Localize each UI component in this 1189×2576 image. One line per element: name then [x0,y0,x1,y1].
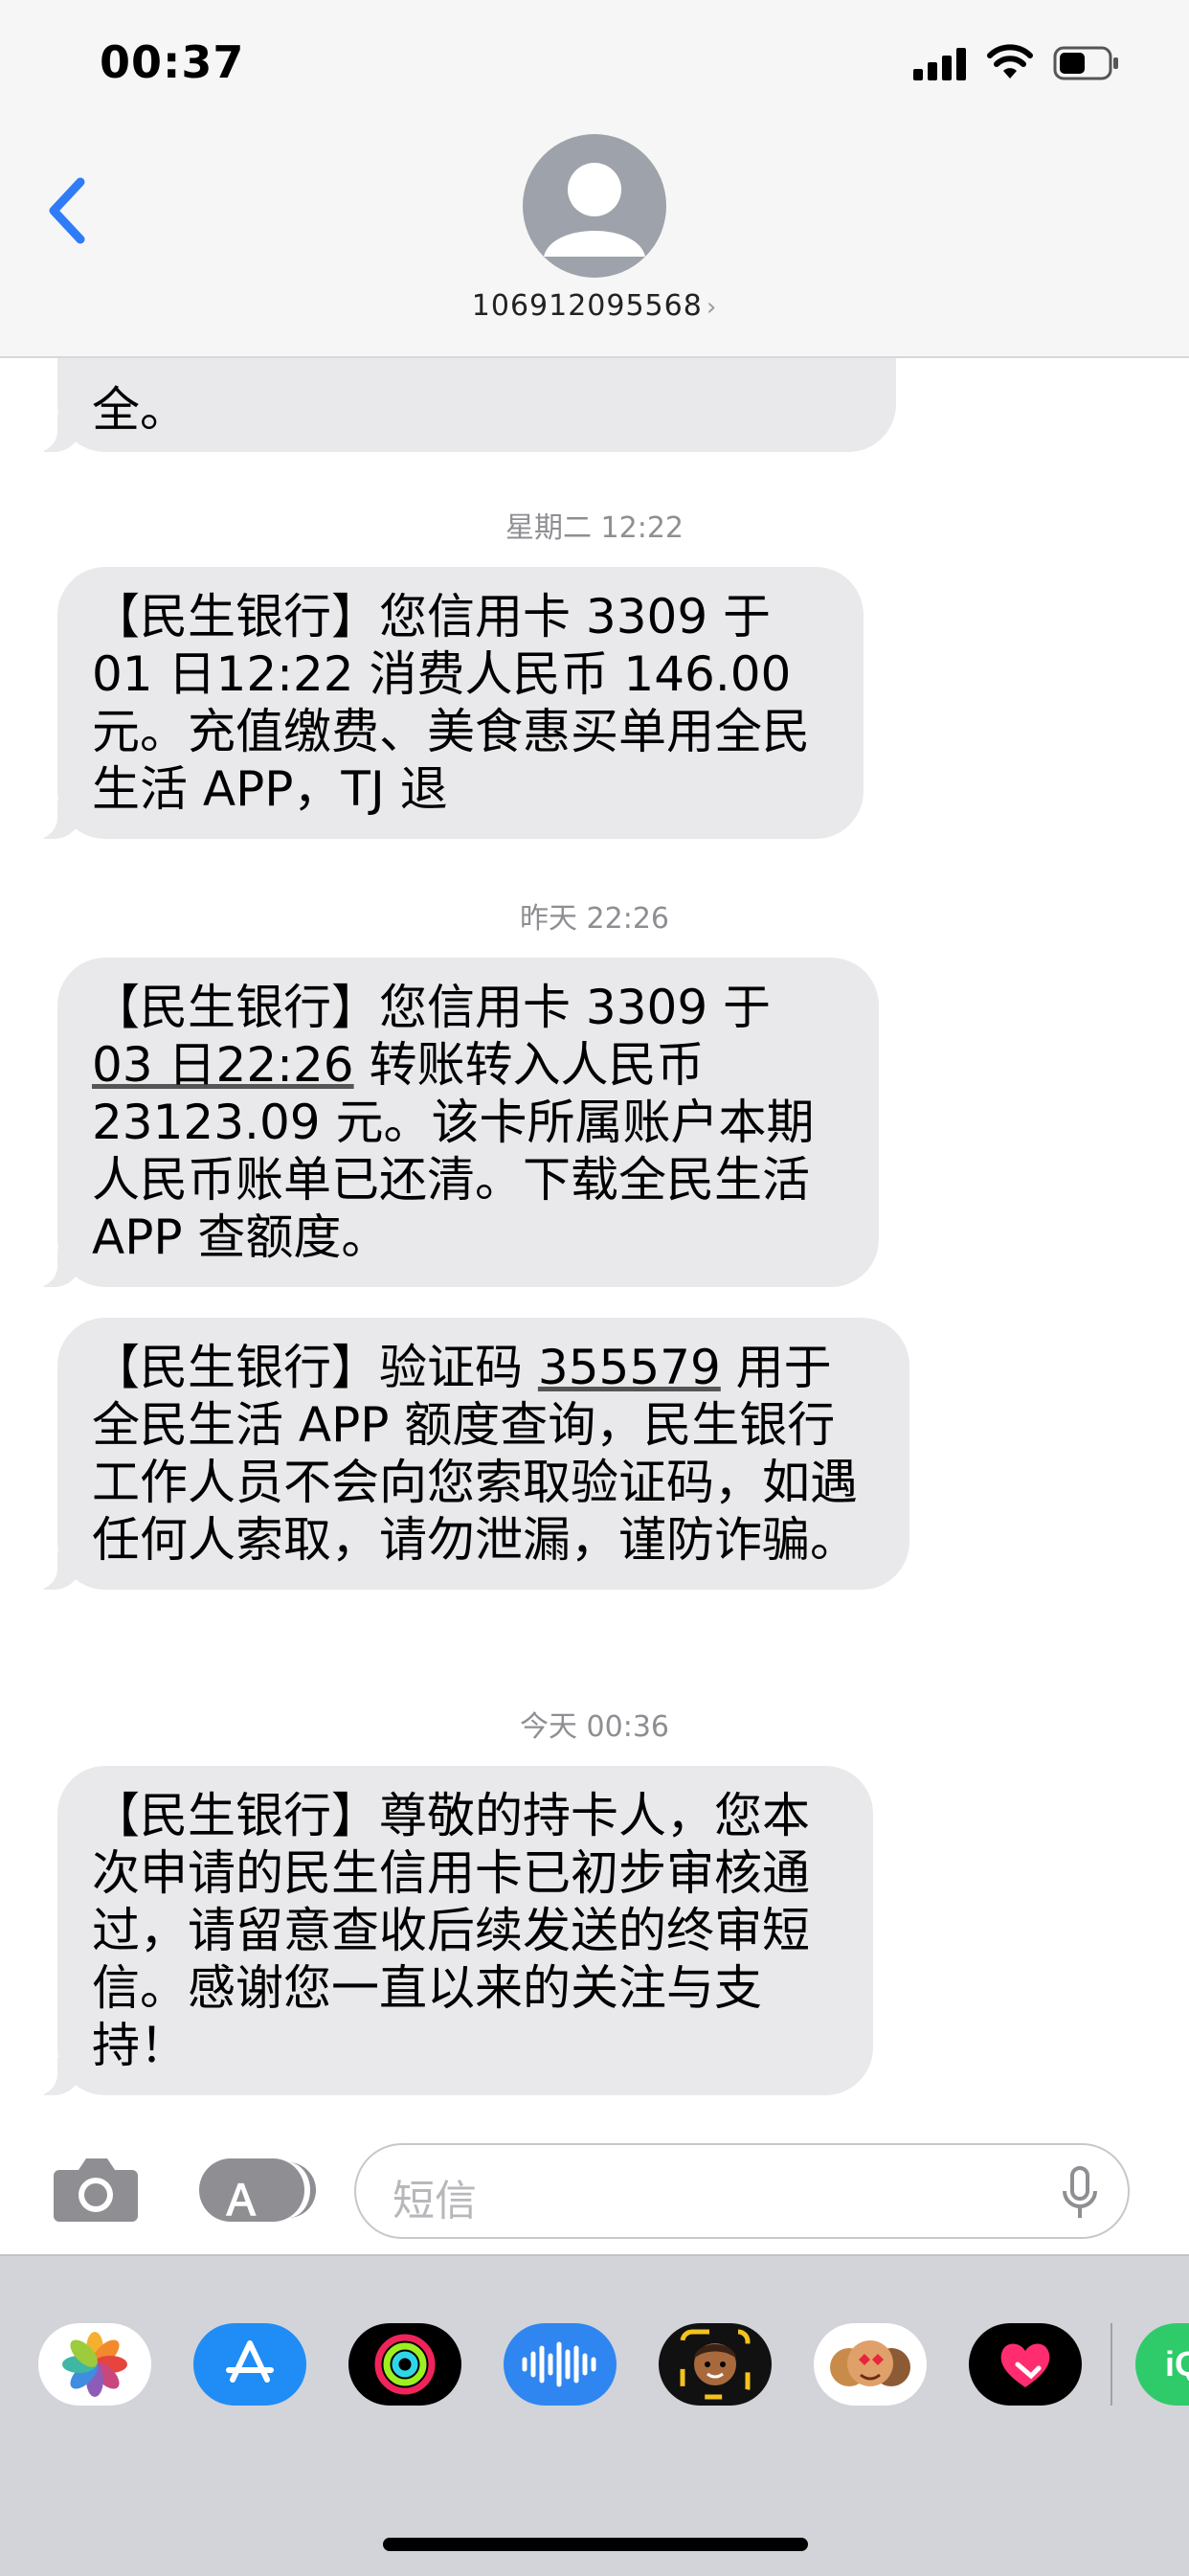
microphone-icon[interactable] [1061,2164,1099,2222]
message-text: 【民生银行】您信用卡 3309 于 01 日12:22 消费人民币 146.00… [92,589,810,817]
message-text: 全。 [92,382,188,438]
activity-app-icon[interactable] [348,2323,461,2406]
cellular-signal-icon [913,48,967,80]
digital-touch-app-icon[interactable] [969,2323,1082,2406]
message-bubble[interactable]: 【民生银行】您信用卡 3309 于 01 日12:22 消费人民币 146.00… [29,567,864,839]
message-text: 【民生银行】尊敬的持卡人，您本次申请的民生信用卡已初步审核通过，请留意查收后续发… [92,1788,810,2073]
message-text-part: 【民生银行】您信用卡 3309 于 [92,980,772,1035]
message-bubble[interactable]: 【民生银行】您信用卡 3309 于 03 日22:26 转账转入人民币 2312… [29,958,879,1287]
contact-name[interactable]: 106912095568 [472,289,703,323]
verification-code-link[interactable]: 355579 [538,1340,721,1395]
drawer-divider [1110,2323,1112,2406]
wifi-icon [987,44,1033,79]
message-timestamp: 星期二 12:22 [505,511,684,545]
photos-app-icon[interactable] [38,2323,151,2406]
home-indicator[interactable] [383,2538,808,2551]
date-link[interactable]: 03 日22:26 [92,1037,354,1093]
conversation-header: 00:37 106912095568 › [0,0,1189,358]
message-bubble[interactable]: 【民生银行】尊敬的持卡人，您本次申请的民生信用卡已初步审核通过，请留意查收后续发… [29,1766,873,2095]
app-store-app-icon[interactable] [193,2323,306,2406]
message-input-placeholder: 短信 [393,2177,477,2226]
message-timestamp: 昨天 22:26 [520,902,669,936]
camera-icon[interactable] [52,2155,140,2224]
battery-icon [1053,46,1118,80]
chevron-right-icon: › [706,293,718,322]
message-input[interactable]: 短信 [354,2143,1130,2239]
audio-message-app-icon[interactable] [504,2323,617,2406]
contact-name-row[interactable]: 106912095568 › [0,289,1189,323]
app-store-button[interactable]: Ａ [199,2158,316,2226]
imessage-app-drawer: iQ [0,2254,1189,2576]
contact-avatar-icon[interactable] [523,134,666,278]
message-bubble[interactable]: 【民生银行】验证码 355579 用于全民生活 APP 额度查询，民生银行工作人… [29,1318,909,1590]
memoji-stickers-app-icon[interactable] [814,2323,927,2406]
message-timestamp: 今天 00:36 [520,1710,669,1744]
message-text-part: 【民生银行】验证码 [92,1340,538,1395]
memoji-app-icon[interactable] [659,2323,772,2406]
back-chevron-icon[interactable] [42,172,100,249]
status-time: 00:37 [100,36,245,88]
app-store-icon: Ａ [220,2177,262,2226]
iqiyi-app-icon[interactable]: iQ [1135,2323,1189,2406]
